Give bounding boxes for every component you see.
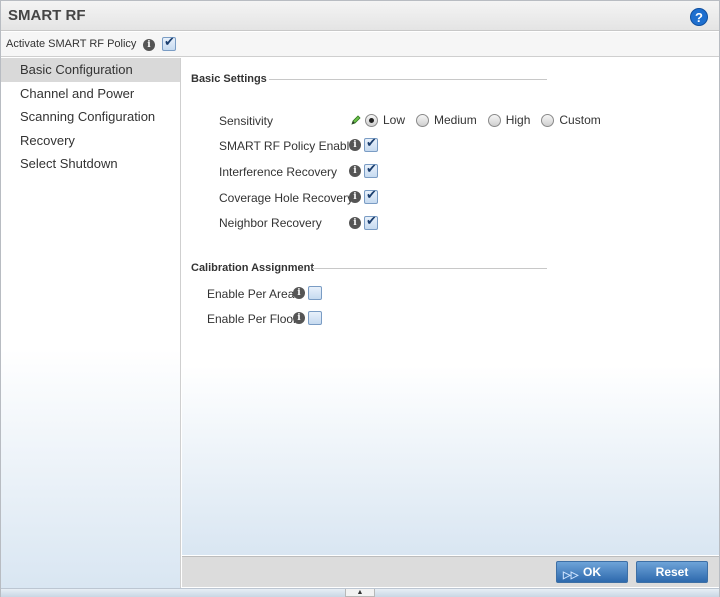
sensitivity-medium-label: Medium (434, 113, 477, 127)
window-title: SMART RF (8, 7, 86, 24)
sidebar-item-basic-configuration[interactable]: Basic Configuration (1, 58, 180, 82)
info-icon[interactable]: i (143, 39, 155, 51)
ok-arrow-icon: ▷▷ (563, 570, 579, 581)
sensitivity-low-radio[interactable] (365, 113, 378, 127)
ok-button-label: OK (583, 565, 601, 579)
status-strip: ▲ (1, 588, 719, 597)
interference-recovery-label: Interference Recovery (219, 165, 338, 179)
sensitivity-radio-group: Low Medium High Custom (350, 113, 609, 127)
info-icon[interactable]: i (349, 165, 361, 177)
per-area-checkbox[interactable] (308, 286, 322, 300)
basic-settings-divider (269, 79, 547, 80)
reset-button[interactable]: Reset (636, 561, 708, 583)
ok-button[interactable]: ▷▷ OK (556, 561, 628, 583)
sidebar-item-channel-and-power[interactable]: Channel and Power (1, 82, 180, 106)
coverage-hole-recovery-control: i (349, 188, 378, 204)
calibration-assignment-header: Calibration Assignment (191, 262, 315, 274)
per-floor-checkbox[interactable] (308, 311, 322, 325)
interference-recovery-checkbox[interactable] (364, 162, 378, 178)
reset-button-label: Reset (655, 565, 689, 579)
sensitivity-custom-radio[interactable] (541, 113, 555, 127)
sensitivity-low-label: Low (383, 113, 406, 127)
sidebar-nav: Basic Configuration Channel and Power Sc… (1, 58, 181, 588)
activate-policy-checkbox[interactable] (162, 35, 176, 51)
activate-policy-label: Activate SMART RF Policy (6, 38, 137, 50)
pencil-icon (350, 114, 362, 126)
sidebar-item-recovery[interactable]: Recovery (1, 129, 180, 153)
calibration-divider (312, 268, 547, 269)
sensitivity-custom-label: Custom (559, 113, 601, 127)
help-icon[interactable]: ? (690, 8, 708, 26)
per-area-control: i (293, 286, 322, 300)
sidebar-item-select-shutdown[interactable]: Select Shutdown (1, 152, 180, 176)
smart-rf-window: SMART RF ? Activate SMART RF Policy i Ba… (0, 0, 720, 597)
sensitivity-high-label: High (505, 113, 531, 127)
policy-enable-label: SMART RF Policy Enable (219, 139, 356, 153)
info-icon[interactable]: i (293, 287, 305, 299)
per-floor-label: Enable Per Floor (207, 312, 298, 326)
coverage-hole-recovery-checkbox[interactable] (364, 188, 378, 204)
neighbor-recovery-checkbox[interactable] (364, 214, 378, 230)
sensitivity-label: Sensitivity (219, 114, 274, 128)
info-icon[interactable]: i (349, 217, 361, 229)
collapse-icon[interactable]: ▲ (345, 589, 375, 597)
activate-policy-bar: Activate SMART RF Policy i (1, 32, 719, 57)
sensitivity-medium-radio[interactable] (416, 113, 430, 127)
sidebar-item-scanning-configuration[interactable]: Scanning Configuration (1, 105, 180, 129)
info-icon[interactable]: i (349, 139, 361, 151)
policy-enable-checkbox[interactable] (364, 136, 378, 152)
title-bar: SMART RF ? (1, 1, 719, 31)
info-icon[interactable]: i (349, 191, 361, 203)
coverage-hole-recovery-label: Coverage Hole Recovery (219, 191, 354, 205)
policy-enable-control: i (349, 136, 378, 152)
sensitivity-high-radio[interactable] (487, 113, 501, 127)
basic-settings-header: Basic Settings (191, 73, 267, 85)
interference-recovery-control: i (349, 162, 378, 178)
info-icon[interactable]: i (293, 312, 305, 324)
main-panel: Basic Settings Sensitivity Low Medium Hi… (182, 58, 719, 555)
button-bar: ▷▷ OK Reset (182, 556, 719, 587)
neighbor-recovery-control: i (349, 214, 378, 230)
neighbor-recovery-label: Neighbor Recovery (219, 216, 322, 230)
per-area-label: Enable Per Area (207, 287, 295, 301)
per-floor-control: i (293, 311, 322, 325)
